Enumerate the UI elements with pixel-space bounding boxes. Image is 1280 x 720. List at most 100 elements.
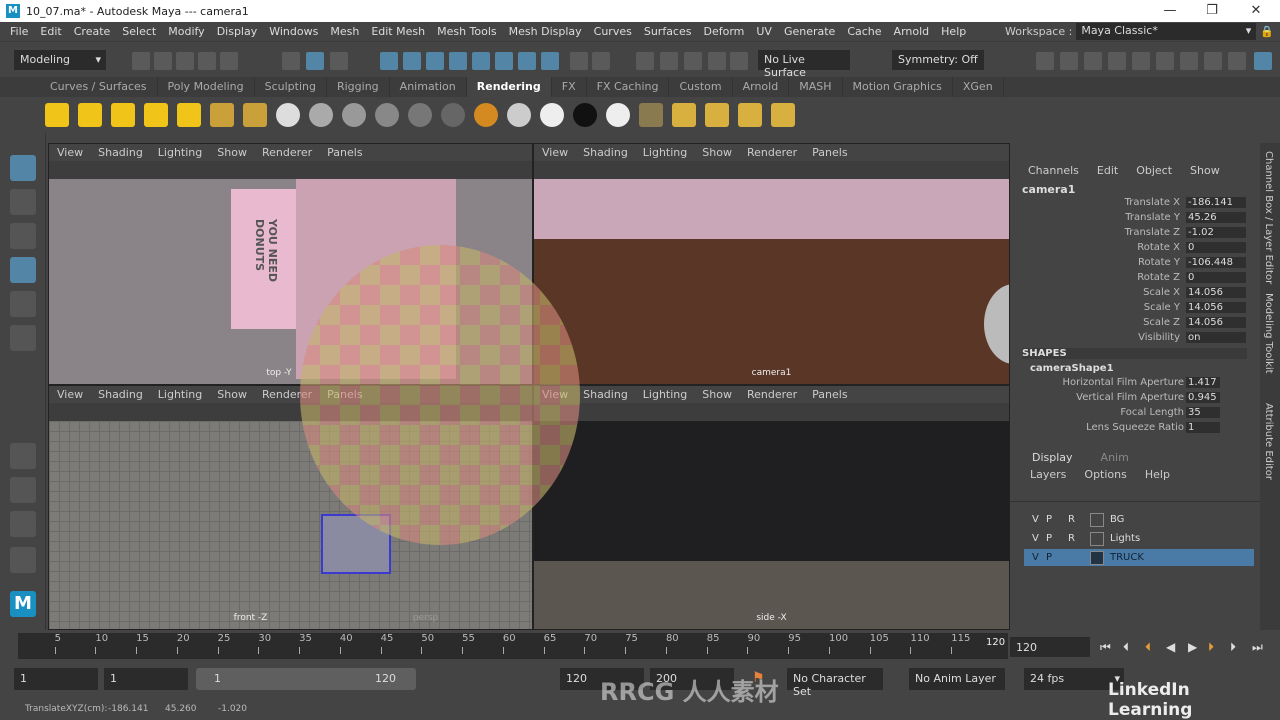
- channel-row[interactable]: Rotate Y -106.448: [1010, 257, 1250, 272]
- viewport-menu-shading[interactable]: Shading: [583, 388, 628, 401]
- menu-deform[interactable]: Deform: [703, 25, 744, 38]
- viewport-camera[interactable]: View Shading Lighting Show Renderer Panels ca…: [533, 143, 1010, 385]
- layer-color-swatch[interactable]: [1090, 531, 1104, 546]
- shelf-item-icon[interactable]: [705, 103, 729, 127]
- outliner-layout-icon[interactable]: [10, 547, 36, 573]
- status-tool-icon[interactable]: [1204, 52, 1222, 70]
- channel-value[interactable]: 0.945: [1186, 392, 1220, 403]
- viewport-menu-shading[interactable]: Shading: [98, 146, 143, 159]
- shelf-item-icon[interactable]: [738, 103, 762, 127]
- shelf-item-icon[interactable]: [342, 103, 366, 127]
- viewport-menu-lighting[interactable]: Lighting: [158, 146, 202, 159]
- status-tool-icon[interactable]: [306, 52, 324, 70]
- shelf-item-icon[interactable]: [573, 103, 597, 127]
- viewport-menu-renderer[interactable]: Renderer: [747, 146, 797, 159]
- channel-value[interactable]: -106.448: [1186, 257, 1246, 268]
- anim-layer-field[interactable]: No Anim Layer: [909, 668, 1005, 690]
- menu-modify[interactable]: Modify: [168, 25, 204, 38]
- shelf-item-icon[interactable]: [78, 103, 102, 127]
- shelf-item-icon[interactable]: [540, 103, 564, 127]
- channel-value[interactable]: -186.141: [1186, 197, 1246, 208]
- visibility-toggle[interactable]: V: [1024, 514, 1046, 525]
- channel-row[interactable]: Translate Y 45.26: [1010, 212, 1250, 227]
- status-tool-icon[interactable]: [449, 52, 467, 70]
- status-tool-icon[interactable]: [541, 52, 559, 70]
- layer-color-swatch[interactable]: [1090, 550, 1104, 565]
- viewport-menu-view[interactable]: View: [542, 146, 568, 159]
- status-tool-icon[interactable]: [1254, 52, 1272, 70]
- viewport-menu-panels[interactable]: Panels: [812, 146, 847, 159]
- layer-row-bg[interactable]: V P R BG: [1024, 511, 1254, 528]
- status-tool-icon[interactable]: [1036, 52, 1054, 70]
- shelf-item-icon[interactable]: [144, 103, 168, 127]
- shape-channel-row[interactable]: Vertical Film Aperture 0.945: [1010, 392, 1250, 407]
- minimize-button[interactable]: —: [1150, 0, 1190, 22]
- viewport-menu-lighting[interactable]: Lighting: [643, 146, 687, 159]
- shelf-item-icon[interactable]: [243, 103, 267, 127]
- move-tool-icon[interactable]: [10, 257, 36, 283]
- status-tool-icon[interactable]: [1156, 52, 1174, 70]
- viewport-menu-view[interactable]: View: [57, 388, 83, 401]
- status-tool-icon[interactable]: [403, 52, 421, 70]
- tab-rigging[interactable]: Rigging: [327, 77, 390, 97]
- tab-curves-surfaces[interactable]: Curves / Surfaces: [40, 77, 158, 97]
- shape-channel-row[interactable]: Lens Squeeze Ratio 1: [1010, 422, 1250, 437]
- shelf-item-icon[interactable]: [210, 103, 234, 127]
- symmetry-dropdown[interactable]: Symmetry: Off: [892, 50, 984, 70]
- viewport-menu-show[interactable]: Show: [217, 388, 247, 401]
- menu-create[interactable]: Create: [74, 25, 111, 38]
- channelbox-menu-object[interactable]: Object: [1136, 164, 1172, 177]
- menu-file[interactable]: File: [10, 25, 28, 38]
- channel-value[interactable]: 1.417: [1186, 377, 1220, 388]
- menu-mesh-tools[interactable]: Mesh Tools: [437, 25, 497, 38]
- tab-custom[interactable]: Custom: [669, 77, 733, 97]
- reference-toggle[interactable]: R: [1068, 533, 1090, 544]
- workspace-dropdown[interactable]: Maya Classic* ▾: [1076, 23, 1257, 40]
- status-tool-icon[interactable]: [176, 52, 194, 70]
- visibility-toggle[interactable]: V: [1024, 552, 1046, 563]
- status-tool-icon[interactable]: [154, 52, 172, 70]
- shelf-item-icon[interactable]: [45, 103, 69, 127]
- visibility-toggle[interactable]: V: [1024, 533, 1046, 544]
- menu-mesh[interactable]: Mesh: [330, 25, 359, 38]
- menu-help[interactable]: Help: [941, 25, 966, 38]
- single-view-layout-icon[interactable]: [10, 443, 36, 469]
- rotate-tool-icon[interactable]: [10, 291, 36, 317]
- tab-poly-modeling[interactable]: Poly Modeling: [158, 77, 255, 97]
- status-tool-icon[interactable]: [1108, 52, 1126, 70]
- tab-fx-caching[interactable]: FX Caching: [587, 77, 670, 97]
- viewport-menu-show[interactable]: Show: [217, 146, 247, 159]
- reference-toggle[interactable]: R: [1068, 514, 1090, 525]
- channel-value[interactable]: 14.056: [1186, 302, 1246, 313]
- menu-mesh-display[interactable]: Mesh Display: [509, 25, 582, 38]
- channel-value[interactable]: 14.056: [1186, 317, 1246, 328]
- live-surface-field[interactable]: No Live Surface: [758, 50, 850, 79]
- character-set-field[interactable]: No Character Set: [787, 668, 883, 698]
- tab-animation[interactable]: Animation: [390, 77, 467, 97]
- step-forward-icon[interactable]: ⏵: [1230, 640, 1236, 655]
- shelf-item-icon[interactable]: [309, 103, 333, 127]
- time-ruler[interactable]: 5 10 15 20 25 30 35 40 45 50 55 60 65 70 75 80 85 90 95 100…: [18, 633, 1008, 659]
- shelf-item-icon[interactable]: [111, 103, 135, 127]
- status-tool-icon[interactable]: [426, 52, 444, 70]
- side-tab-modeling-toolkit[interactable]: Modeling Toolkit: [1263, 293, 1274, 374]
- channel-row[interactable]: Scale Y 14.056: [1010, 302, 1250, 317]
- layer-menu-help[interactable]: Help: [1145, 468, 1170, 481]
- menu-curves[interactable]: Curves: [594, 25, 632, 38]
- select-tool-icon[interactable]: [10, 155, 36, 181]
- channel-value[interactable]: on: [1186, 332, 1246, 343]
- step-back-icon[interactable]: ⏴: [1123, 640, 1129, 655]
- shelf-item-icon[interactable]: [441, 103, 465, 127]
- channel-value[interactable]: 0: [1186, 272, 1246, 283]
- menu-edit[interactable]: Edit: [40, 25, 61, 38]
- channel-row[interactable]: Translate X -186.141: [1010, 197, 1250, 212]
- shelf-item-icon[interactable]: [606, 103, 630, 127]
- channel-row[interactable]: Rotate X 0: [1010, 242, 1250, 257]
- start-time-field[interactable]: 1: [14, 668, 98, 690]
- status-tool-icon[interactable]: [380, 52, 398, 70]
- tab-arnold[interactable]: Arnold: [733, 77, 790, 97]
- maximize-button[interactable]: ❐: [1192, 0, 1232, 22]
- status-tool-icon[interactable]: [198, 52, 216, 70]
- status-tool-icon[interactable]: [730, 52, 748, 70]
- status-tool-icon[interactable]: [495, 52, 513, 70]
